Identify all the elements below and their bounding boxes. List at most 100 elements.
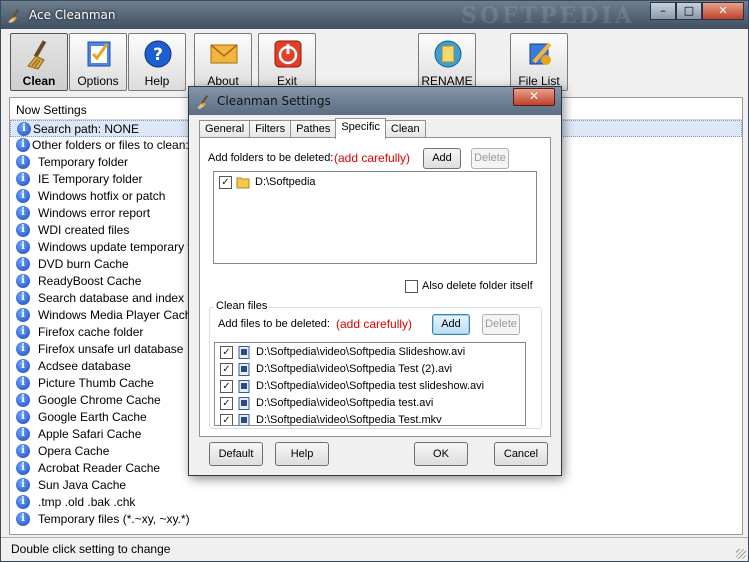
info-icon: i — [16, 393, 30, 407]
info-icon: i — [16, 308, 30, 322]
info-icon: i — [16, 325, 30, 339]
help-question-icon: ? — [144, 40, 172, 68]
file-row[interactable]: ✓ D:\Softpedia\video\Softpedia Test.mkv — [215, 412, 525, 426]
dialog-help-button[interactable]: Help — [275, 442, 329, 466]
default-button[interactable]: Default — [209, 442, 263, 466]
info-icon: i — [16, 138, 30, 152]
list-item-label: ReadyBoost Cache — [38, 274, 142, 288]
list-item-label: Acdsee database — [38, 359, 131, 373]
file-row[interactable]: ✓ D:\Softpedia\video\Softpedia test.avi — [215, 395, 525, 412]
add-file-button[interactable]: Add — [432, 314, 470, 335]
file-row[interactable]: ✓ D:\Softpedia\video\Softpedia Test (2).a… — [215, 361, 525, 378]
options-button-label: Options — [77, 74, 119, 88]
list-item-label: Sun Java Cache — [38, 478, 127, 492]
folder-path: D:\Softpedia — [255, 176, 316, 188]
resize-grip[interactable] — [736, 549, 746, 559]
info-icon: i — [16, 359, 30, 373]
files-warning: (add carefully) — [336, 317, 413, 331]
list-item[interactable]: i Temporary files (*.~xy, ~xy.*) — [10, 511, 742, 528]
delete-file-button[interactable]: Delete — [482, 314, 520, 335]
broom-app-icon — [197, 95, 209, 109]
list-item-label: Search database and index — [38, 291, 185, 305]
file-checkbox[interactable]: ✓ — [220, 397, 233, 410]
tab-specific[interactable]: Specific — [335, 118, 386, 139]
file-list-button[interactable]: File List — [510, 33, 568, 91]
help-button-label: Help — [144, 74, 170, 88]
list-item-label: Temporary files (*.~xy, ~xy.*) — [38, 512, 190, 526]
clean-files-group: Clean files Add files to be deleted: (ad… — [209, 300, 542, 429]
folder-checkbox[interactable]: ✓ — [219, 176, 232, 189]
info-icon: i — [16, 172, 30, 186]
info-icon: i — [16, 189, 30, 203]
options-button[interactable]: Options — [69, 33, 127, 91]
clean-button[interactable]: Clean — [10, 33, 68, 91]
info-icon: i — [16, 444, 30, 458]
tab-pathes[interactable]: Pathes — [290, 120, 337, 138]
also-delete-checkbox-box[interactable] — [405, 280, 418, 293]
file-checkbox[interactable]: ✓ — [220, 380, 233, 393]
tab-clean[interactable]: Clean — [384, 120, 426, 138]
dialog-close-button[interactable]: ✕ — [513, 88, 555, 106]
help-button[interactable]: ? Help — [128, 33, 186, 91]
close-button[interactable]: ✕ — [702, 2, 744, 20]
info-icon: i — [16, 495, 30, 509]
folders-listbox[interactable]: ✓ D:\Softpedia — [213, 171, 537, 264]
tab-general[interactable]: General — [199, 120, 251, 138]
delete-folder-button[interactable]: Delete — [471, 148, 509, 169]
minimize-button[interactable]: – — [650, 2, 676, 20]
list-item-label: Picture Thumb Cache — [38, 376, 154, 390]
clean-files-title: Clean files — [214, 300, 270, 312]
exit-button[interactable]: Exit — [258, 33, 316, 91]
info-icon: i — [16, 257, 30, 271]
files-listbox[interactable]: ✓ D:\Softpedia\video\Softpedia Slideshow.… — [214, 342, 526, 426]
file-checkbox[interactable]: ✓ — [220, 346, 233, 359]
toolbar: Clean Options ? Help About Exit RENAME F… — [1, 29, 748, 93]
info-icon: i — [16, 512, 30, 526]
dialog-body: General Filters Pathes Specific Clean Ad… — [195, 115, 555, 470]
list-item-label: Google Chrome Cache — [38, 393, 161, 407]
specific-tab-page: Add folders to be deleted: (add carefull… — [199, 137, 551, 437]
video-file-icon — [238, 414, 250, 425]
add-files-label: Add files to be deleted: — [218, 318, 330, 330]
title-bar[interactable]: Ace Cleanman SOFTPEDIA – □ ✕ — [1, 1, 748, 29]
other-folders-text: Other folders or files to clean: — [32, 138, 189, 152]
info-icon: i — [16, 478, 30, 492]
file-checkbox[interactable]: ✓ — [220, 363, 233, 376]
tab-filters[interactable]: Filters — [249, 120, 292, 138]
maximize-button[interactable]: □ — [676, 2, 702, 20]
folder-row[interactable]: ✓ D:\Softpedia — [214, 174, 536, 191]
list-item-label: Opera Cache — [38, 444, 110, 458]
status-bar: Double click setting to change — [1, 537, 748, 561]
file-row[interactable]: ✓ D:\Softpedia\video\Softpedia test slide… — [215, 378, 525, 395]
list-item-label: Firefox unsafe url database — [38, 342, 184, 356]
info-icon: i — [16, 274, 30, 288]
file-path: D:\Softpedia\video\Softpedia test slides… — [256, 380, 485, 392]
info-icon: i — [16, 342, 30, 356]
search-path-text: Search path: NONE — [33, 122, 140, 136]
list-item-label: WDI created files — [38, 223, 130, 237]
list-item-label: IE Temporary folder — [38, 172, 143, 186]
cancel-button[interactable]: Cancel — [494, 442, 548, 466]
info-icon: i — [16, 155, 30, 169]
folders-warning: (add carefully) — [334, 151, 411, 165]
file-path: D:\Softpedia\video\Softpedia Test.mkv — [256, 414, 442, 426]
list-item-label: DVD burn Cache — [38, 257, 129, 271]
file-path: D:\Softpedia\video\Softpedia Test (2).av… — [256, 363, 453, 375]
list-item-label: Windows hotfix or patch — [38, 189, 166, 203]
rename-button[interactable]: RENAME — [418, 33, 476, 91]
about-button[interactable]: About — [194, 33, 252, 91]
list-item[interactable]: i Sun Java Cache — [10, 477, 742, 494]
info-icon: i — [16, 240, 30, 254]
add-folder-button[interactable]: Add — [423, 148, 461, 169]
dialog-title: Cleanman Settings — [217, 94, 331, 108]
file-checkbox[interactable]: ✓ — [220, 414, 233, 425]
file-row[interactable]: ✓ D:\Softpedia\video\Softpedia Slideshow.… — [215, 344, 525, 361]
softpedia-watermark: SOFTPEDIA — [461, 3, 635, 29]
tab-strip: General Filters Pathes Specific Clean — [199, 118, 426, 139]
ok-button[interactable]: OK — [414, 442, 468, 466]
dialog-title-bar[interactable]: Cleanman Settings ✕ — [189, 87, 561, 115]
info-icon: i — [16, 427, 30, 441]
broom-icon — [27, 40, 47, 70]
list-item-label: Apple Safari Cache — [38, 427, 142, 441]
list-item[interactable]: i .tmp .old .bak .chk — [10, 494, 742, 511]
